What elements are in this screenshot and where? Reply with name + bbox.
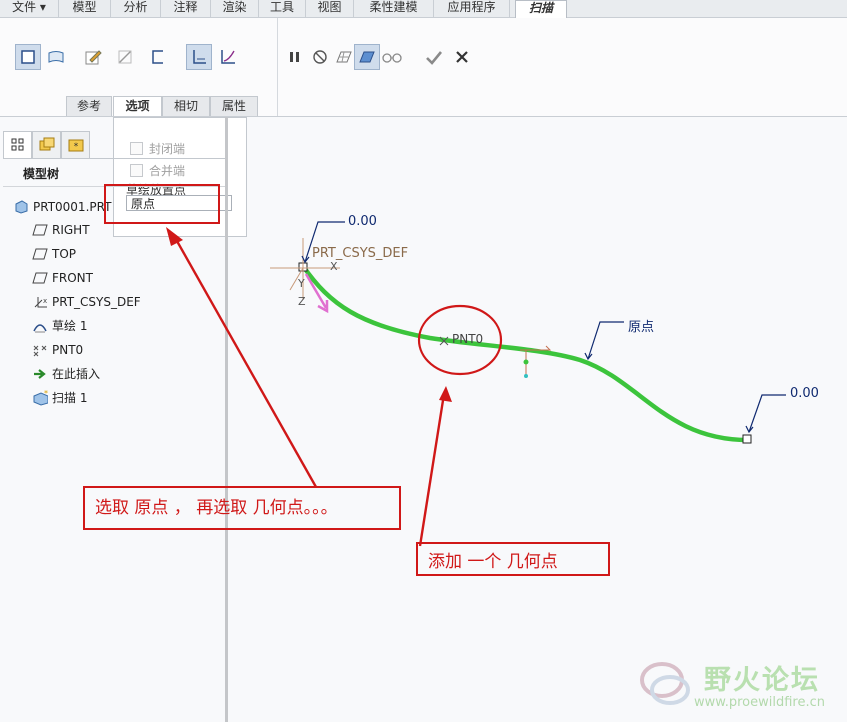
- end-dim-leader: [745, 394, 786, 434]
- graphics-overlay: [166, 221, 786, 547]
- highlight-box-origin-field: [104, 184, 220, 224]
- pnt0-label[interactable]: PNT0: [452, 332, 483, 346]
- annotation-arrow-left: [171, 233, 318, 488]
- annotation-arrowhead-right: [439, 386, 452, 402]
- origin-leader: [584, 321, 624, 361]
- start-dimension-value[interactable]: 0.00: [348, 214, 377, 229]
- annotation-arrow-right: [418, 393, 446, 547]
- annotation-arrowhead-left: [166, 227, 183, 246]
- section-frame-dot: [523, 359, 529, 365]
- csys-label: PRT_CSYS_DEF: [312, 246, 409, 261]
- end-dimension-value[interactable]: 0.00: [790, 386, 819, 401]
- end-point-marker: [742, 434, 752, 444]
- watermark-url: www.proewildfire.cn: [694, 695, 825, 710]
- note-left-text: 选取 原点 ， 再选取 几何点。。。: [95, 498, 338, 518]
- section-frame-dot-2: [524, 374, 528, 378]
- csys-axis-z: Z: [298, 295, 306, 308]
- note-left-box: 选取 原点 ， 再选取 几何点。。。: [83, 486, 401, 530]
- watermark-logo: [640, 662, 690, 705]
- csys-axis-y: Y: [298, 277, 305, 290]
- note-right-text: 添加 一个 几何点: [428, 552, 558, 572]
- note-right-box: 添加 一个 几何点: [416, 542, 610, 576]
- origin-label[interactable]: 原点: [628, 316, 654, 335]
- watermark-brand: 野火论坛: [704, 665, 820, 696]
- csys-axis-x: X: [330, 260, 338, 273]
